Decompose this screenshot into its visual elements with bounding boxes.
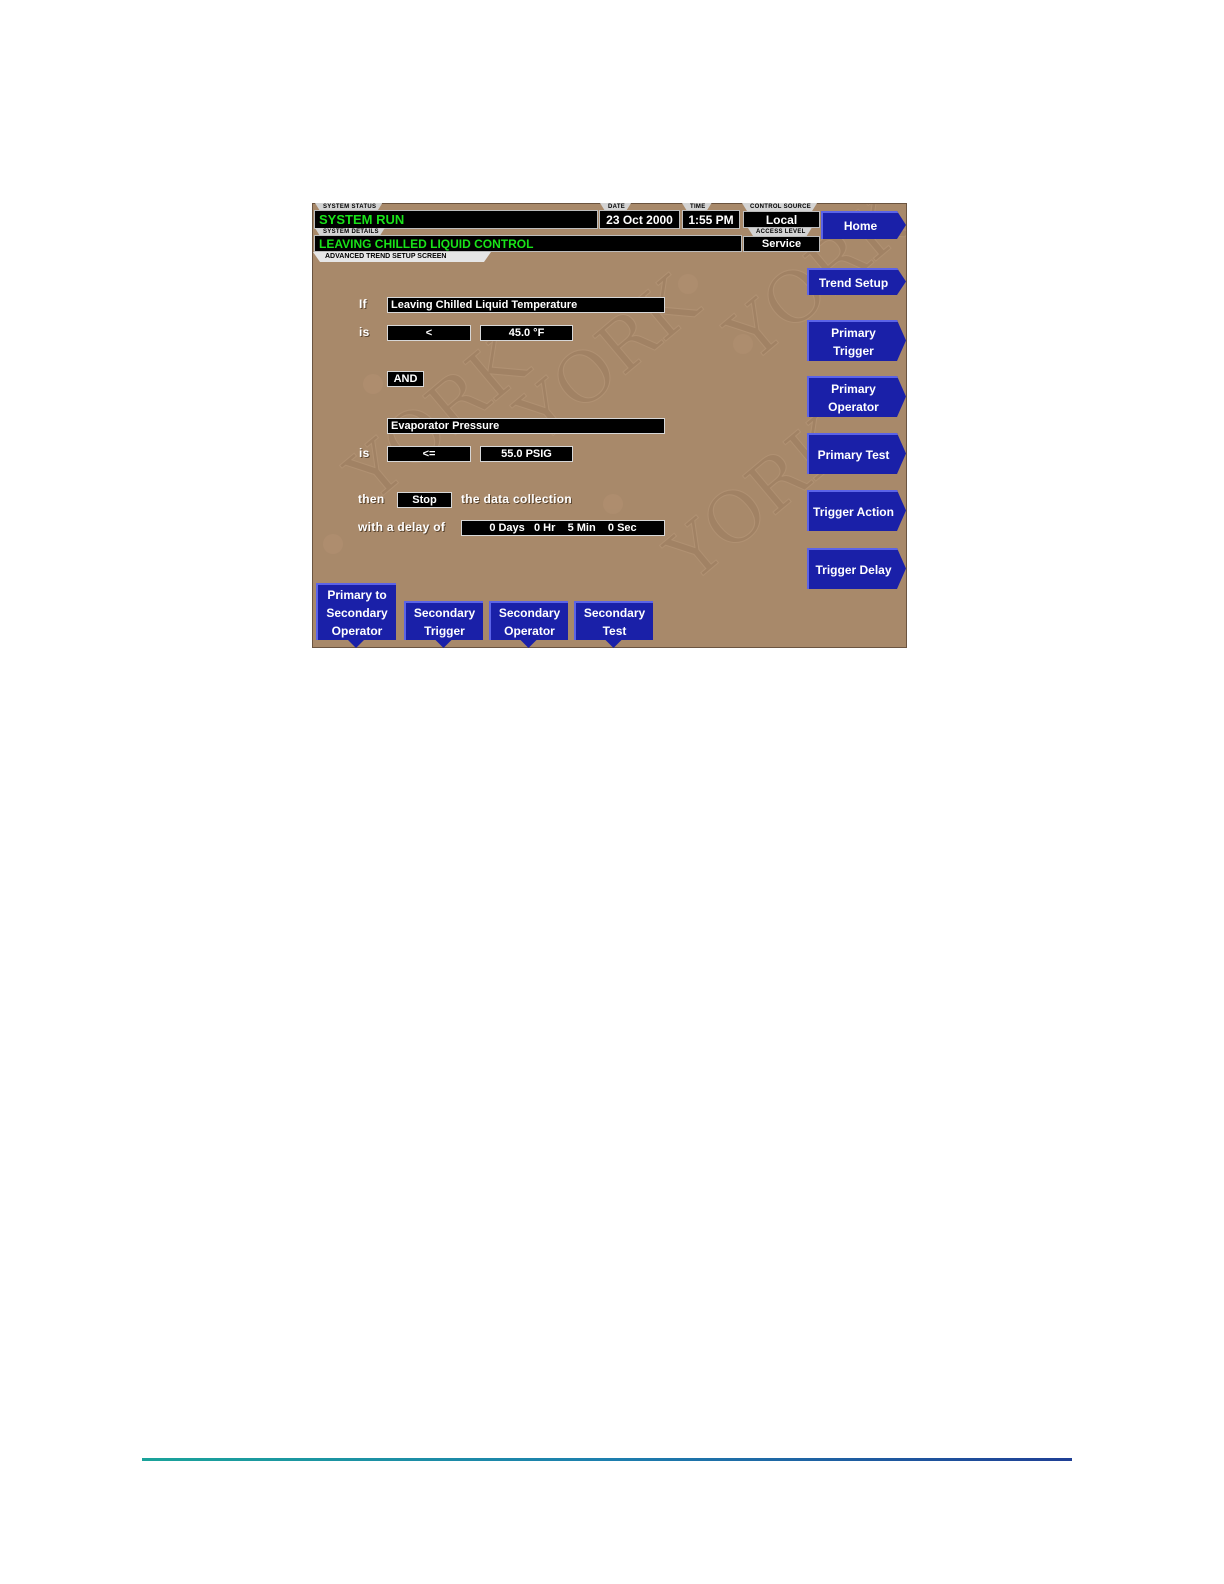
primary-trigger-label-1: Primary: [831, 325, 876, 340]
primary-operator-label-1: Primary: [831, 381, 876, 396]
primary-operator-button[interactable]: Primary Operator: [807, 376, 906, 417]
primary-test-button[interactable]: Primary Test: [807, 433, 906, 474]
primary-operator-label-2: Operator: [828, 399, 879, 414]
control-source-label: CONTROL SOURCE: [742, 203, 817, 211]
secondary-operator-label-2: Operator: [504, 623, 555, 638]
primary-trigger-label-2: Trigger: [833, 343, 874, 358]
then-label: then: [358, 492, 385, 506]
is-label-1: is: [359, 325, 370, 339]
p2s-label-3: Operator: [331, 623, 383, 638]
system-status-value: SYSTEM RUN: [314, 210, 598, 229]
home-button-label: Home: [843, 219, 878, 233]
secondary-trigger-field[interactable]: Evaporator Pressure: [387, 418, 665, 434]
trend-setup-button-label: Trend Setup: [818, 275, 889, 290]
primary-trigger-button[interactable]: Primary Trigger: [807, 320, 906, 361]
secondary-trigger-label-2: Trigger: [424, 623, 465, 638]
p2s-label-1: Primary to: [327, 587, 387, 602]
delay-label: with a delay of: [358, 520, 446, 534]
secondary-value-field[interactable]: 55.0 PSIG: [480, 446, 573, 462]
footer-divider: [142, 1458, 1072, 1461]
date-value: 23 Oct 2000: [599, 210, 680, 229]
if-label: If: [359, 297, 367, 311]
secondary-operator-label-1: Secondary: [498, 605, 561, 620]
secondary-test-label-1: Secondary: [583, 605, 646, 620]
action-suffix-label: the data collection: [461, 492, 573, 506]
control-source-value: Local: [743, 211, 820, 228]
screen-title: ADVANCED TREND SETUP SCREEN: [313, 252, 491, 262]
system-details-value: LEAVING CHILLED LIQUID CONTROL: [314, 235, 742, 252]
delay-field[interactable]: 0 Days 0 Hr 5 Min 0 Sec: [461, 520, 665, 536]
access-level-label: ACCESS LEVEL: [748, 228, 812, 236]
trigger-action-button[interactable]: Trigger Action: [807, 490, 906, 531]
trigger-delay-button-label: Trigger Delay: [815, 562, 892, 577]
primary-trigger-field[interactable]: Leaving Chilled Liquid Temperature: [387, 297, 665, 313]
access-level-value: Service: [743, 236, 820, 252]
primary-to-secondary-operator-button[interactable]: Primary to Secondary Operator: [316, 583, 396, 648]
secondary-test-label-2: Test: [602, 623, 627, 638]
trigger-action-button-label: Trigger Action: [813, 504, 894, 519]
trend-setup-button[interactable]: Trend Setup: [807, 268, 906, 295]
time-value: 1:55 PM: [682, 210, 740, 229]
secondary-operator-field[interactable]: <=: [387, 446, 471, 462]
primary-operator-field[interactable]: <: [387, 325, 471, 341]
trigger-delay-button[interactable]: Trigger Delay: [807, 548, 906, 589]
home-button[interactable]: Home: [821, 211, 906, 239]
primary-test-button-label: Primary Test: [817, 447, 890, 462]
action-field[interactable]: Stop: [397, 492, 452, 508]
p2s-label-2: Secondary: [326, 605, 388, 620]
is-label-2: is: [359, 446, 370, 460]
and-operator-field[interactable]: AND: [387, 371, 424, 387]
primary-value-field[interactable]: 45.0 °F: [480, 325, 573, 341]
secondary-trigger-label-1: Secondary: [413, 605, 476, 620]
